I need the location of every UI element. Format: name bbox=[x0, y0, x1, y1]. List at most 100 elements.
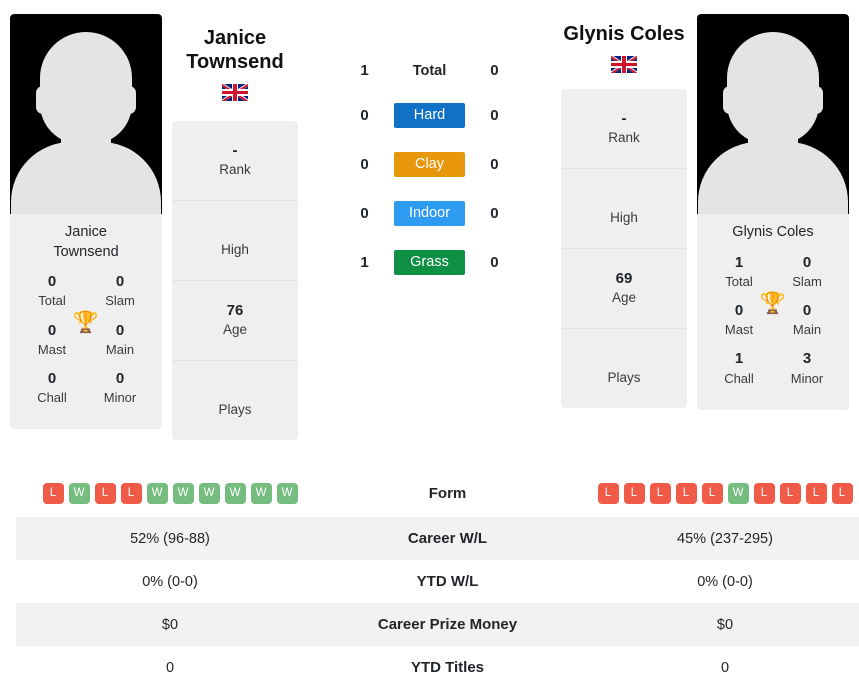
left-ytd-titles-value: 0 bbox=[165, 659, 175, 676]
avatar-ear-right-shape bbox=[809, 86, 823, 114]
avatar-body-shape bbox=[698, 142, 848, 214]
surface-hard-right-value: 0 bbox=[490, 107, 499, 124]
avatar-ear-left-shape bbox=[723, 86, 737, 114]
gb-flag-icon bbox=[611, 56, 637, 73]
surface-grass-left-value: 1 bbox=[360, 254, 369, 271]
left-titles-chall: 0 Chall bbox=[24, 369, 80, 407]
right-info-high-value bbox=[565, 189, 683, 209]
comparison-top-area: Janice Townsend 🏆 0 Total 0 Slam 0 Mast … bbox=[0, 0, 859, 470]
right-titles-chall-label: Chall bbox=[724, 370, 754, 386]
form-badge-loss[interactable]: L bbox=[701, 483, 723, 504]
left-player-info-panel: - Rank High 76 Age Plays bbox=[172, 121, 298, 441]
left-titles-chall-value: 0 bbox=[47, 370, 57, 387]
right-titles-chall: 1 Chall bbox=[711, 349, 767, 387]
left-titles-total-label: Total bbox=[38, 293, 66, 309]
left-card-name-line1: Janice bbox=[65, 224, 107, 240]
surface-total-left-value: 1 bbox=[360, 62, 369, 79]
left-info-high-label: High bbox=[221, 242, 249, 258]
left-titles-main: 0 Main bbox=[92, 321, 148, 359]
row-label-ytd-wl: YTD W/L bbox=[416, 573, 479, 590]
surface-hard-left-value: 0 bbox=[360, 107, 369, 124]
right-info-rank-value: - bbox=[621, 110, 627, 127]
left-info-age: 76 Age bbox=[172, 281, 298, 362]
right-player-info-column: Glynis Coles - Rank High 69 Age Plays bbox=[561, 10, 687, 409]
left-titles-row-3: 0 Chall 0 Minor bbox=[10, 369, 162, 407]
right-titles-minor: 3 Minor bbox=[779, 349, 835, 387]
right-titles-main: 0 Main bbox=[779, 301, 835, 339]
surface-total-right-value: 0 bbox=[490, 62, 499, 79]
form-badge-loss[interactable]: L bbox=[805, 483, 827, 504]
form-badge-win[interactable]: W bbox=[172, 483, 194, 504]
left-info-high-value bbox=[176, 221, 294, 241]
form-badge-loss[interactable]: L bbox=[94, 483, 116, 504]
surface-row-clay: 0 Clay 0 bbox=[350, 152, 510, 177]
left-player-name-heading: Janice Townsend bbox=[160, 26, 310, 74]
form-badge-win[interactable]: W bbox=[68, 483, 90, 504]
row-label-form: Form bbox=[428, 485, 467, 502]
right-card-name-line1: Glynis Coles bbox=[732, 224, 814, 240]
form-badge-loss[interactable]: L bbox=[42, 483, 64, 504]
table-row-career-wl: 52% (96-88) Career W/L 45% (237-295) bbox=[16, 517, 859, 560]
surface-indoor-right-value: 0 bbox=[490, 205, 499, 222]
left-info-rank-label: Rank bbox=[219, 162, 251, 178]
form-badge-win[interactable]: W bbox=[146, 483, 168, 504]
right-info-rank-label: Rank bbox=[608, 130, 640, 146]
surface-clay-badge[interactable]: Clay bbox=[393, 152, 466, 177]
right-titles-grid: 🏆 1 Total 0 Slam 0 Mast 0 Main 1 Chall 3… bbox=[697, 251, 849, 410]
left-titles-chall-label: Chall bbox=[37, 390, 67, 406]
left-titles-slam: 0 Slam bbox=[92, 272, 148, 310]
right-titles-slam-label: Slam bbox=[792, 273, 822, 289]
left-career-wl-value: 52% (96-88) bbox=[130, 530, 210, 547]
surface-hard-badge[interactable]: Hard bbox=[393, 103, 466, 128]
surface-indoor-badge[interactable]: Indoor bbox=[393, 201, 466, 226]
right-titles-total-label: Total bbox=[725, 273, 753, 289]
right-info-plays-value bbox=[565, 349, 683, 369]
right-career-prize-money-value: $0 bbox=[716, 616, 734, 633]
form-badge-loss[interactable]: L bbox=[623, 483, 645, 504]
right-ytd-titles-value: 0 bbox=[720, 659, 730, 676]
right-info-age-label: Age bbox=[611, 290, 637, 306]
avatar-ear-left-shape bbox=[36, 86, 50, 114]
form-badge-loss[interactable]: L bbox=[753, 483, 775, 504]
form-badge-loss[interactable]: L bbox=[597, 483, 619, 504]
form-badge-win[interactable]: W bbox=[727, 483, 749, 504]
surface-total-label: Total bbox=[412, 62, 447, 79]
form-badge-loss[interactable]: L bbox=[120, 483, 142, 504]
row-label-career-wl: Career W/L bbox=[407, 530, 488, 547]
right-info-plays-label: Plays bbox=[607, 370, 641, 386]
form-badge-win[interactable]: W bbox=[250, 483, 272, 504]
left-titles-total-value: 0 bbox=[47, 273, 57, 291]
left-info-rank: - Rank bbox=[172, 121, 298, 202]
right-name-line1: Glynis Coles bbox=[563, 23, 685, 45]
right-ytd-wl-value: 0% (0-0) bbox=[697, 573, 753, 590]
form-badge-loss[interactable]: L bbox=[649, 483, 671, 504]
surface-row-total: 1 Total 0 bbox=[350, 62, 510, 79]
form-badge-loss[interactable]: L bbox=[779, 483, 801, 504]
form-badge-win[interactable]: W bbox=[198, 483, 220, 504]
left-name-line1: Janice bbox=[203, 27, 267, 49]
right-player-avatar bbox=[697, 14, 849, 214]
left-player-photo-card[interactable]: Janice Townsend 🏆 0 Total 0 Slam 0 Mast … bbox=[10, 14, 162, 430]
right-info-high: High bbox=[561, 169, 687, 250]
right-player-card-name: Glynis Coles bbox=[697, 214, 849, 251]
left-form-cell: LWLLWWWWWW bbox=[16, 470, 324, 517]
surface-grass-badge[interactable]: Grass bbox=[393, 250, 466, 275]
right-player-photo-card[interactable]: Glynis Coles 🏆 1 Total 0 Slam 0 Mast 0 M… bbox=[697, 14, 849, 410]
left-titles-slam-label: Slam bbox=[105, 293, 135, 309]
left-info-high: High bbox=[172, 201, 298, 282]
form-badge-loss[interactable]: L bbox=[831, 483, 853, 504]
form-badge-loss[interactable]: L bbox=[675, 483, 697, 504]
right-titles-row-1: 1 Total 0 Slam bbox=[697, 253, 849, 291]
surface-row-grass: 1 Grass 0 bbox=[350, 250, 510, 275]
form-badge-win[interactable]: W bbox=[224, 483, 246, 504]
right-form-strip: LLLLLWLLLL bbox=[577, 483, 859, 504]
surface-clay-right-value: 0 bbox=[490, 156, 499, 173]
surface-grass-right-value: 0 bbox=[490, 254, 499, 271]
right-titles-total-value: 1 bbox=[734, 253, 744, 271]
right-titles-mast-label: Mast bbox=[724, 322, 754, 338]
left-titles-minor-label: Minor bbox=[103, 390, 137, 406]
left-form-strip: LWLLWWWWWW bbox=[22, 483, 318, 504]
form-badge-win[interactable]: W bbox=[276, 483, 298, 504]
gb-flag-icon bbox=[222, 84, 248, 101]
right-info-high-label: High bbox=[610, 210, 638, 226]
